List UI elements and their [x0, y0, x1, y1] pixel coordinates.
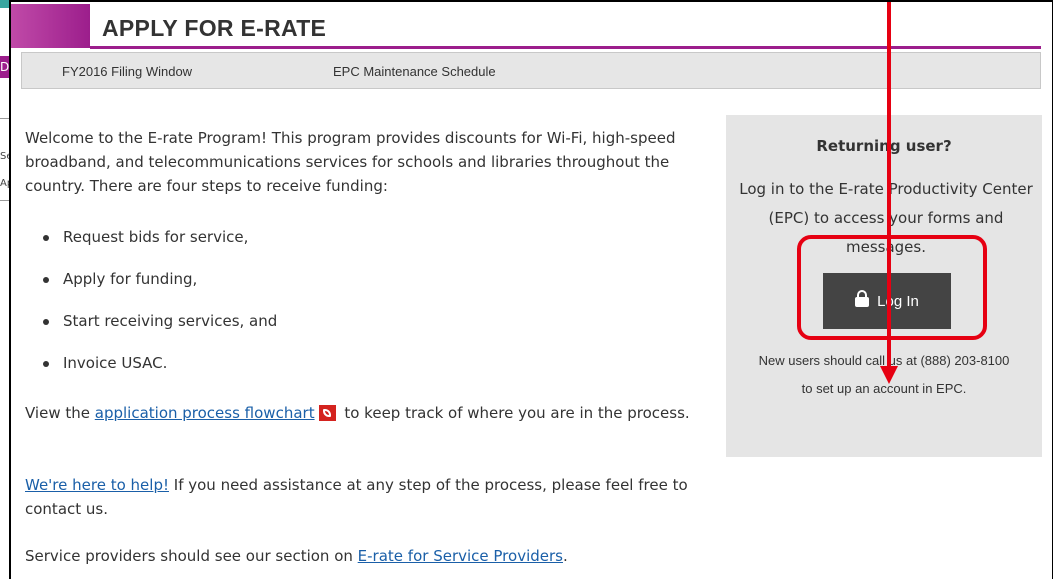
page-title: APPLY FOR E-RATE [102, 15, 327, 41]
subnav-maintenance-schedule-link[interactable]: EPC Maintenance Schedule [333, 64, 496, 79]
list-item: Request bids for service, [25, 226, 277, 268]
help-link[interactable]: We're here to help! [25, 476, 169, 494]
pdf-icon[interactable] [318, 405, 336, 421]
list-item: Invoice USAC. [25, 352, 277, 394]
header-accent-block [11, 4, 90, 48]
flowchart-link[interactable]: application process flowchart [95, 404, 315, 422]
header-rule [90, 46, 1041, 49]
subnav-filing-window-link[interactable]: FY2016 Filing Window [62, 64, 192, 79]
intro-paragraph: Welcome to the E-rate Program! This prog… [25, 129, 676, 195]
help-paragraph: We're here to help! If you need assistan… [25, 476, 688, 518]
annotation-highlight-box [797, 235, 987, 340]
list-item: Apply for funding, [25, 268, 277, 310]
returning-user-heading: Returning user? [816, 137, 952, 155]
funding-steps-list: Request bids for service, Apply for fund… [25, 226, 277, 394]
providers-paragraph: Service providers should see our section… [25, 547, 568, 565]
flowchart-paragraph: View the application process flowchart t… [25, 404, 690, 422]
apply-for-erate-panel: APPLY FOR E-RATE FY2016 Filing Window EP… [9, 0, 1053, 579]
service-providers-link[interactable]: E-rate for Service Providers [358, 547, 563, 565]
list-item: Start receiving services, and [25, 310, 277, 352]
annotation-arrow-head [880, 366, 898, 384]
